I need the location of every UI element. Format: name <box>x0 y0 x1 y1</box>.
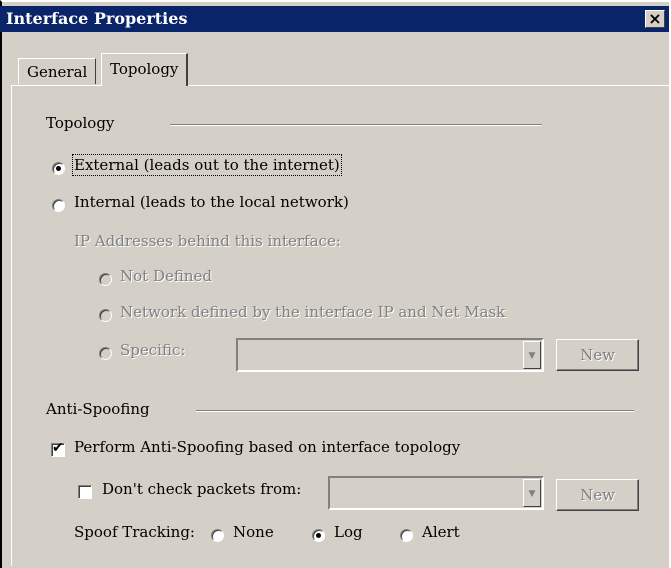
tracking-none-label[interactable]: None <box>233 523 274 541</box>
window-title: Interface Properties <box>6 9 188 28</box>
tab-general[interactable]: General <box>18 58 97 84</box>
specific-radio[interactable] <box>99 347 112 360</box>
network-defined-label[interactable]: Network defined by the interface IP and … <box>120 303 505 321</box>
internal-radio-label[interactable]: Internal (leads to the local network) <box>74 193 349 211</box>
dont-check-combo[interactable]: ▼ <box>328 476 544 510</box>
dont-check-label[interactable]: Don't check packets from: <box>102 480 301 498</box>
checkmark-icon: ✔ <box>52 440 64 456</box>
anti-spoofing-new-button[interactable]: New <box>556 479 639 511</box>
internal-radio[interactable] <box>52 199 65 212</box>
specific-combo[interactable]: ▼ <box>236 338 544 372</box>
radio-dot <box>56 166 61 171</box>
topology-new-button[interactable]: New <box>556 339 639 371</box>
not-defined-radio[interactable] <box>99 273 112 286</box>
radio-dot <box>316 533 321 538</box>
specific-label[interactable]: Specific: <box>120 341 185 359</box>
topology-group-line <box>170 124 542 126</box>
close-button[interactable]: × <box>645 10 665 28</box>
tab-general-label: General <box>27 63 88 81</box>
perform-anti-spoofing-checkbox[interactable]: ✔ <box>51 440 65 457</box>
tab-topology[interactable]: Topology <box>101 53 189 86</box>
network-defined-radio[interactable] <box>99 309 112 322</box>
spoof-tracking-label: Spoof Tracking: <box>74 523 195 541</box>
tracking-log-radio[interactable] <box>312 529 325 542</box>
tab-topology-label: Topology <box>110 60 179 78</box>
ip-behind-label: IP Addresses behind this interface: <box>74 232 341 250</box>
anti-spoofing-group-line <box>196 410 634 412</box>
perform-anti-spoofing-label[interactable]: Perform Anti-Spoofing based on interface… <box>74 438 460 456</box>
external-radio-label[interactable]: External (leads out to the internet) <box>72 154 342 176</box>
tracking-alert-label[interactable]: Alert <box>422 523 460 541</box>
anti-spoofing-group-label: Anti-Spoofing <box>46 400 150 418</box>
title-bar: Interface Properties × <box>0 6 669 32</box>
tracking-log-label[interactable]: Log <box>334 523 363 541</box>
tracking-alert-radio[interactable] <box>400 529 413 542</box>
not-defined-label[interactable]: Not Defined <box>120 267 212 285</box>
external-radio[interactable] <box>52 162 65 175</box>
dont-check-checkbox[interactable] <box>78 485 92 499</box>
chevron-down-icon[interactable]: ▼ <box>523 341 541 369</box>
topology-group-label: Topology <box>46 114 115 132</box>
tracking-none-radio[interactable] <box>211 529 224 542</box>
chevron-down-icon[interactable]: ▼ <box>523 479 541 507</box>
